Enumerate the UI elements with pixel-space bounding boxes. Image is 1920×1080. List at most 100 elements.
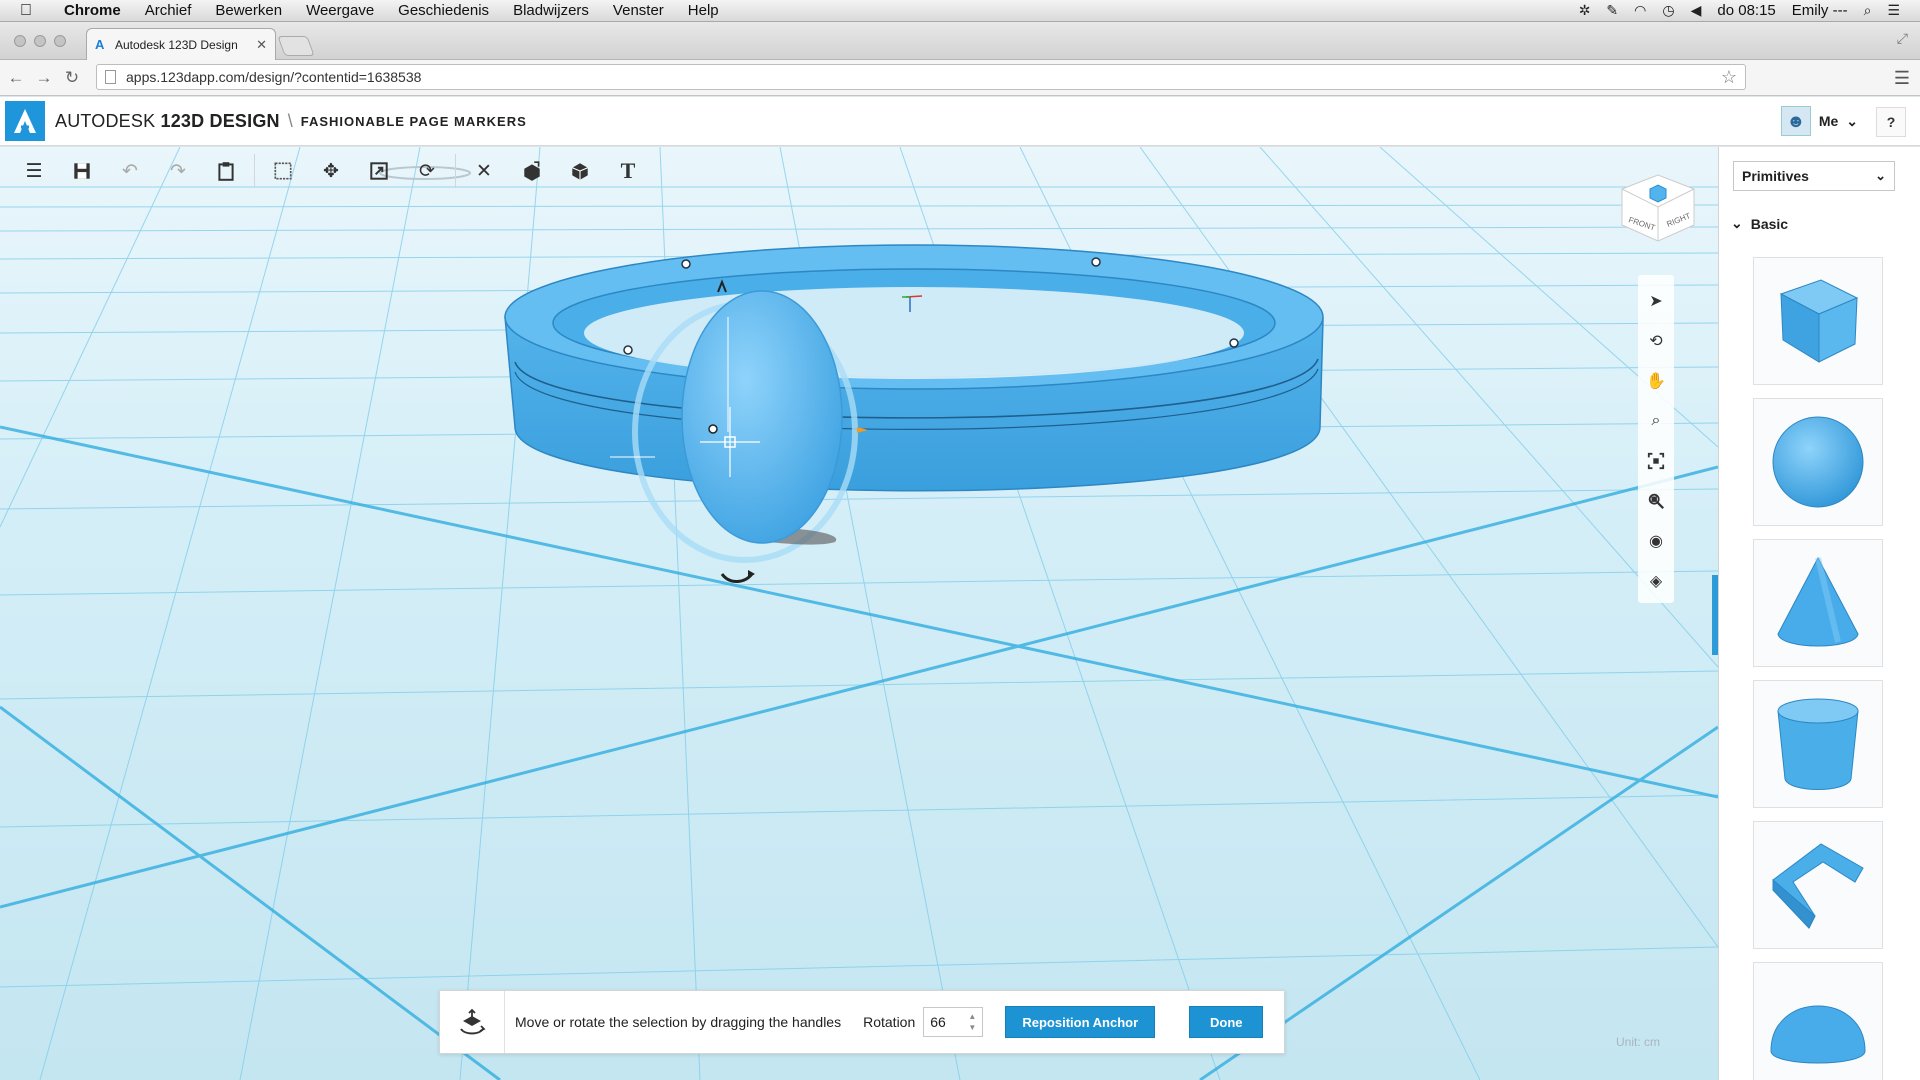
app-brand: AUTODESK 123D DESIGN bbox=[55, 111, 280, 132]
construct-icon[interactable] bbox=[508, 147, 556, 195]
main-toolbar: ☰ ↶ ↷ ✥ ⟳ ✕ T bbox=[0, 147, 652, 195]
sphere-primitive-icon bbox=[1772, 416, 1864, 508]
combine-icon[interactable] bbox=[556, 147, 604, 195]
move-rotate-tool-icon bbox=[440, 991, 505, 1053]
primitive-sphere-tile[interactable] bbox=[1753, 398, 1883, 526]
menu-help[interactable]: Help bbox=[676, 2, 731, 19]
menu-geschiedenis[interactable]: Geschiedenis bbox=[386, 2, 501, 19]
menu-bladwijzers[interactable]: Bladwijzers bbox=[501, 2, 601, 19]
rotation-value: 66 bbox=[930, 1014, 946, 1030]
scene-canvas[interactable] bbox=[0, 147, 1718, 1080]
reposition-anchor-button[interactable]: Reposition Anchor bbox=[1005, 1006, 1156, 1038]
mac-menubar:  Chrome Archief Bewerken Weergave Gesch… bbox=[0, 0, 1920, 22]
scale-icon[interactable] bbox=[355, 147, 403, 195]
toolbar-divider bbox=[455, 154, 456, 188]
back-arrow-icon[interactable]: ← bbox=[4, 68, 28, 88]
window-close-button[interactable] bbox=[14, 35, 26, 47]
hamburger-menu-icon[interactable]: ☰ bbox=[10, 147, 58, 195]
primitive-cylinder-tile[interactable] bbox=[1753, 680, 1883, 808]
menu-bewerken[interactable]: Bewerken bbox=[203, 2, 294, 19]
ring-model[interactable] bbox=[504, 244, 1324, 492]
select-arrow-icon[interactable]: ➤ bbox=[1640, 281, 1672, 321]
save-icon[interactable] bbox=[58, 147, 106, 195]
redo-icon[interactable]: ↷ bbox=[154, 147, 202, 195]
move-icon[interactable]: ✥ bbox=[307, 147, 355, 195]
chevron-down-icon: ⌄ bbox=[1731, 215, 1743, 231]
forward-arrow-icon[interactable]: → bbox=[32, 68, 56, 88]
prompt-message: Move or rotate the selection by dragging… bbox=[515, 1014, 842, 1030]
text-tool-icon[interactable]: T bbox=[604, 147, 652, 195]
primitives-dropdown[interactable]: Primitives ⌄ bbox=[1733, 161, 1895, 191]
view-cube[interactable]: FRONT RIGHT bbox=[1618, 167, 1698, 247]
modify-tools-icon[interactable]: ✕ bbox=[460, 147, 508, 195]
done-button[interactable]: Done bbox=[1189, 1006, 1264, 1038]
transform-prompt-bar: Move or rotate the selection by dragging… bbox=[439, 990, 1285, 1054]
menubar-clock[interactable]: do 08:15 bbox=[1717, 2, 1775, 19]
orbit-icon[interactable]: ⟲ bbox=[1640, 321, 1672, 361]
tab-close-icon[interactable]: ✕ bbox=[256, 37, 267, 53]
visibility-eye-icon[interactable]: ◉ bbox=[1640, 521, 1672, 561]
stepper-arrows-icon[interactable]: ▲ ▼ bbox=[968, 1011, 976, 1033]
primitive-box-tile[interactable] bbox=[1753, 257, 1883, 385]
page-icon bbox=[105, 70, 116, 84]
help-button[interactable]: ? bbox=[1876, 107, 1906, 137]
menu-venster[interactable]: Venster bbox=[601, 2, 676, 19]
unit-label: Unit: cm bbox=[1616, 1035, 1661, 1049]
section-basic-title: Basic bbox=[1750, 215, 1789, 232]
chrome-menu-icon[interactable]: ☰ bbox=[1894, 68, 1910, 89]
volume-icon[interactable]: ◀ bbox=[1691, 2, 1702, 19]
autodesk-logo-icon[interactable] bbox=[5, 101, 45, 141]
zoom-selected-icon[interactable] bbox=[1640, 481, 1672, 521]
browser-tab-strip: A Autodesk 123D Design ✕ ⤢ bbox=[0, 22, 1920, 60]
pen-icon[interactable]: ✎ bbox=[1606, 2, 1618, 19]
address-bar[interactable]: apps.123dapp.com/design/?contentid=16385… bbox=[96, 64, 1746, 90]
rotation-input[interactable]: 66 ▲ ▼ bbox=[923, 1007, 984, 1037]
clipboard-icon[interactable] bbox=[202, 147, 250, 195]
time-machine-icon[interactable]: ◷ bbox=[1662, 2, 1674, 19]
avatar: ☻ bbox=[1780, 106, 1811, 136]
window-minimize-button[interactable] bbox=[34, 35, 46, 47]
title-separator: \ bbox=[287, 110, 293, 131]
primitives-dropdown-value: Primitives bbox=[1742, 168, 1809, 184]
pan-hand-icon[interactable]: ✋ bbox=[1640, 361, 1672, 401]
browser-tab[interactable]: A Autodesk 123D Design ✕ bbox=[86, 28, 276, 60]
zoom-magnifier-icon[interactable]: ⌕ bbox=[1640, 401, 1672, 441]
navigation-bar: ➤ ⟲ ✋ ⌕ ◉ ◈ bbox=[1638, 275, 1674, 603]
fit-view-icon[interactable] bbox=[1640, 441, 1672, 481]
menu-weergave[interactable]: Weergave bbox=[294, 2, 386, 19]
bookmark-star-icon[interactable]: ☆ bbox=[1721, 67, 1737, 88]
toolbar-divider bbox=[254, 154, 255, 188]
brand-prefix: AUTODESK bbox=[55, 110, 156, 131]
reload-icon[interactable]: ↻ bbox=[60, 68, 84, 88]
window-zoom-button[interactable] bbox=[54, 35, 66, 47]
primitive-cone-tile[interactable] bbox=[1753, 539, 1883, 667]
bluetooth-icon[interactable]: ✲ bbox=[1579, 2, 1591, 19]
3d-viewport[interactable]: ☰ ↶ ↷ ✥ ⟳ ✕ T FRONT RIGHT ➤ ⟲ ✋ ⌕ ◉ ◈ Un… bbox=[0, 147, 1718, 1080]
project-title[interactable]: FASHIONABLE PAGE MARKERS bbox=[301, 114, 527, 129]
new-tab-button[interactable] bbox=[277, 36, 315, 56]
primitive-hemisphere-tile[interactable] bbox=[1753, 962, 1883, 1080]
user-label: Me bbox=[1818, 113, 1839, 129]
cone-primitive-icon bbox=[1777, 556, 1859, 647]
primitive-polygon-tile[interactable] bbox=[1753, 821, 1883, 949]
address-url: apps.123dapp.com/design/?contentid=16385… bbox=[126, 69, 422, 85]
spotlight-search-icon[interactable]: ⌕ bbox=[1864, 2, 1872, 19]
menu-chrome[interactable]: Chrome bbox=[52, 2, 133, 19]
apple-icon[interactable]:  bbox=[0, 2, 52, 20]
notification-list-icon[interactable]: ☰ bbox=[1887, 2, 1900, 19]
user-menu[interactable]: ☻ Me ⌄ bbox=[1780, 103, 1858, 139]
rotation-label: Rotation bbox=[863, 1014, 916, 1030]
section-basic-header[interactable]: ⌄ Basic bbox=[1731, 215, 1788, 232]
fullscreen-icon[interactable]: ⤢ bbox=[1897, 30, 1908, 47]
rotate-refresh-icon[interactable]: ⟳ bbox=[403, 147, 451, 195]
material-icon[interactable]: ◈ bbox=[1640, 561, 1672, 601]
menubar-status-area: ✲ ✎ ◠ ◷ ◀ do 08:15 Emily --- ⌕ ☰ bbox=[1579, 2, 1920, 19]
hemisphere-primitive-icon bbox=[1770, 1005, 1866, 1064]
undo-icon[interactable]: ↶ bbox=[106, 147, 154, 195]
wifi-icon[interactable]: ◠ bbox=[1634, 2, 1646, 19]
screen:  Chrome Archief Bewerken Weergave Gesch… bbox=[0, 0, 1920, 1080]
chevron-down-icon: ⌄ bbox=[1846, 112, 1858, 129]
sketch-grid-icon[interactable] bbox=[259, 147, 307, 195]
menubar-user[interactable]: Emily --- bbox=[1792, 2, 1848, 19]
menu-archief[interactable]: Archief bbox=[133, 2, 204, 19]
